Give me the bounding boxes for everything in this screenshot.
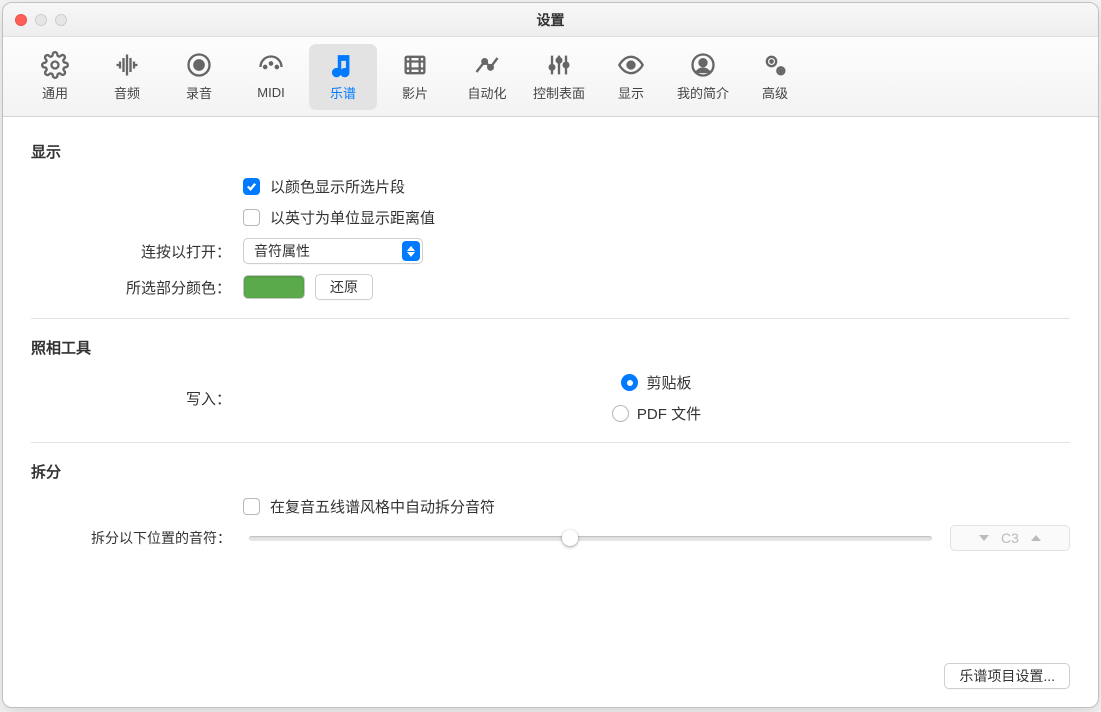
sliders-icon: [545, 51, 573, 79]
tab-label: 通用: [42, 83, 68, 102]
tab-label: 控制表面: [533, 83, 585, 102]
checkbox-label: 以颜色显示所选片段: [270, 176, 405, 197]
content-area: 显示 以颜色显示所选片段 以英寸为单位显示距离值 连按以打开： 音符属性: [3, 117, 1098, 707]
tab-control-surfaces[interactable]: 控制表面: [525, 44, 593, 110]
tab-audio[interactable]: 音频: [93, 44, 161, 110]
tab-general[interactable]: 通用: [21, 44, 89, 110]
checkbox-label: 以英寸为单位显示距离值: [270, 207, 435, 228]
radio-dot: [621, 374, 638, 391]
music-notes-icon: [329, 51, 357, 79]
selection-color-label: 所选部分颜色：: [31, 277, 231, 298]
score-project-settings-button[interactable]: 乐谱项目设置...: [944, 663, 1070, 689]
tab-label: 显示: [618, 83, 644, 102]
chevron-up-icon: [1031, 535, 1041, 541]
tab-display[interactable]: 显示: [597, 44, 665, 110]
checkbox-label: 在复音五线谱风格中自动拆分音符: [270, 496, 495, 517]
tab-label: 影片: [402, 83, 428, 102]
popup-value: 音符属性: [254, 241, 310, 261]
radio-clipboard[interactable]: 剪贴板: [621, 372, 691, 393]
checkbox-color-selected-parts[interactable]: 以颜色显示所选片段: [243, 176, 1070, 197]
tab-label: 音频: [114, 83, 140, 102]
tab-midi[interactable]: MIDI: [237, 44, 305, 110]
split-value-stepper[interactable]: C3: [950, 525, 1070, 551]
tab-label: 自动化: [467, 83, 506, 102]
window-title: 设置: [3, 10, 1098, 30]
stepper-value: C3: [1001, 530, 1019, 546]
person-circle-icon: [689, 51, 717, 79]
checkbox-box: [243, 209, 260, 226]
gears-icon: [761, 51, 789, 79]
record-icon: [185, 51, 213, 79]
section-title-display: 显示: [31, 141, 1070, 162]
radio-label: PDF 文件: [637, 403, 701, 424]
chevron-down-icon: [979, 535, 989, 541]
slider-thumb[interactable]: [562, 530, 578, 546]
tab-label: 我的简介: [677, 83, 729, 102]
section-title-split: 拆分: [31, 461, 1070, 482]
tab-movie[interactable]: 影片: [381, 44, 449, 110]
tab-label: 乐谱: [330, 83, 356, 102]
divider: [31, 318, 1070, 319]
reset-color-button[interactable]: 还原: [315, 274, 373, 300]
radio-dot: [612, 405, 629, 422]
chevron-updown-icon: [402, 241, 420, 261]
tab-label: 高级: [762, 83, 788, 102]
section-title-camera: 照相工具: [31, 337, 1070, 358]
split-below-label: 拆分以下位置的音符：: [31, 528, 231, 548]
tab-toolbar: 通用 音频 录音 MIDI 乐谱: [3, 37, 1098, 117]
gear-icon: [41, 51, 69, 79]
eye-icon: [617, 51, 645, 79]
filmstrip-icon: [401, 51, 429, 79]
titlebar: 设置: [3, 3, 1098, 37]
tab-automation[interactable]: 自动化: [453, 44, 521, 110]
preferences-window: 设置 通用 音频 录音 MIDI: [2, 2, 1099, 708]
midi-icon: [257, 53, 285, 81]
tab-advanced[interactable]: 高级: [741, 44, 809, 110]
doubleclick-popup[interactable]: 音符属性: [243, 238, 423, 264]
tab-score[interactable]: 乐谱: [309, 44, 377, 110]
tab-myinfo[interactable]: 我的简介: [669, 44, 737, 110]
tab-label: 录音: [186, 83, 212, 102]
radio-pdf[interactable]: PDF 文件: [612, 403, 701, 424]
checkbox-show-distance-inches[interactable]: 以英寸为单位显示距离值: [243, 207, 1070, 228]
radio-label: 剪贴板: [646, 372, 691, 393]
doubleclick-label: 连按以打开：: [31, 241, 231, 262]
divider: [31, 442, 1070, 443]
automation-icon: [473, 51, 501, 79]
write-to-label: 写入：: [31, 388, 231, 409]
selection-color-swatch[interactable]: [243, 275, 305, 299]
checkbox-box: [243, 178, 260, 195]
checkbox-box: [243, 498, 260, 515]
split-slider[interactable]: [249, 536, 932, 541]
checkbox-auto-split[interactable]: 在复音五线谱风格中自动拆分音符: [243, 496, 1070, 517]
tab-record[interactable]: 录音: [165, 44, 233, 110]
tab-label: MIDI: [257, 85, 284, 100]
waveform-icon: [113, 51, 141, 79]
